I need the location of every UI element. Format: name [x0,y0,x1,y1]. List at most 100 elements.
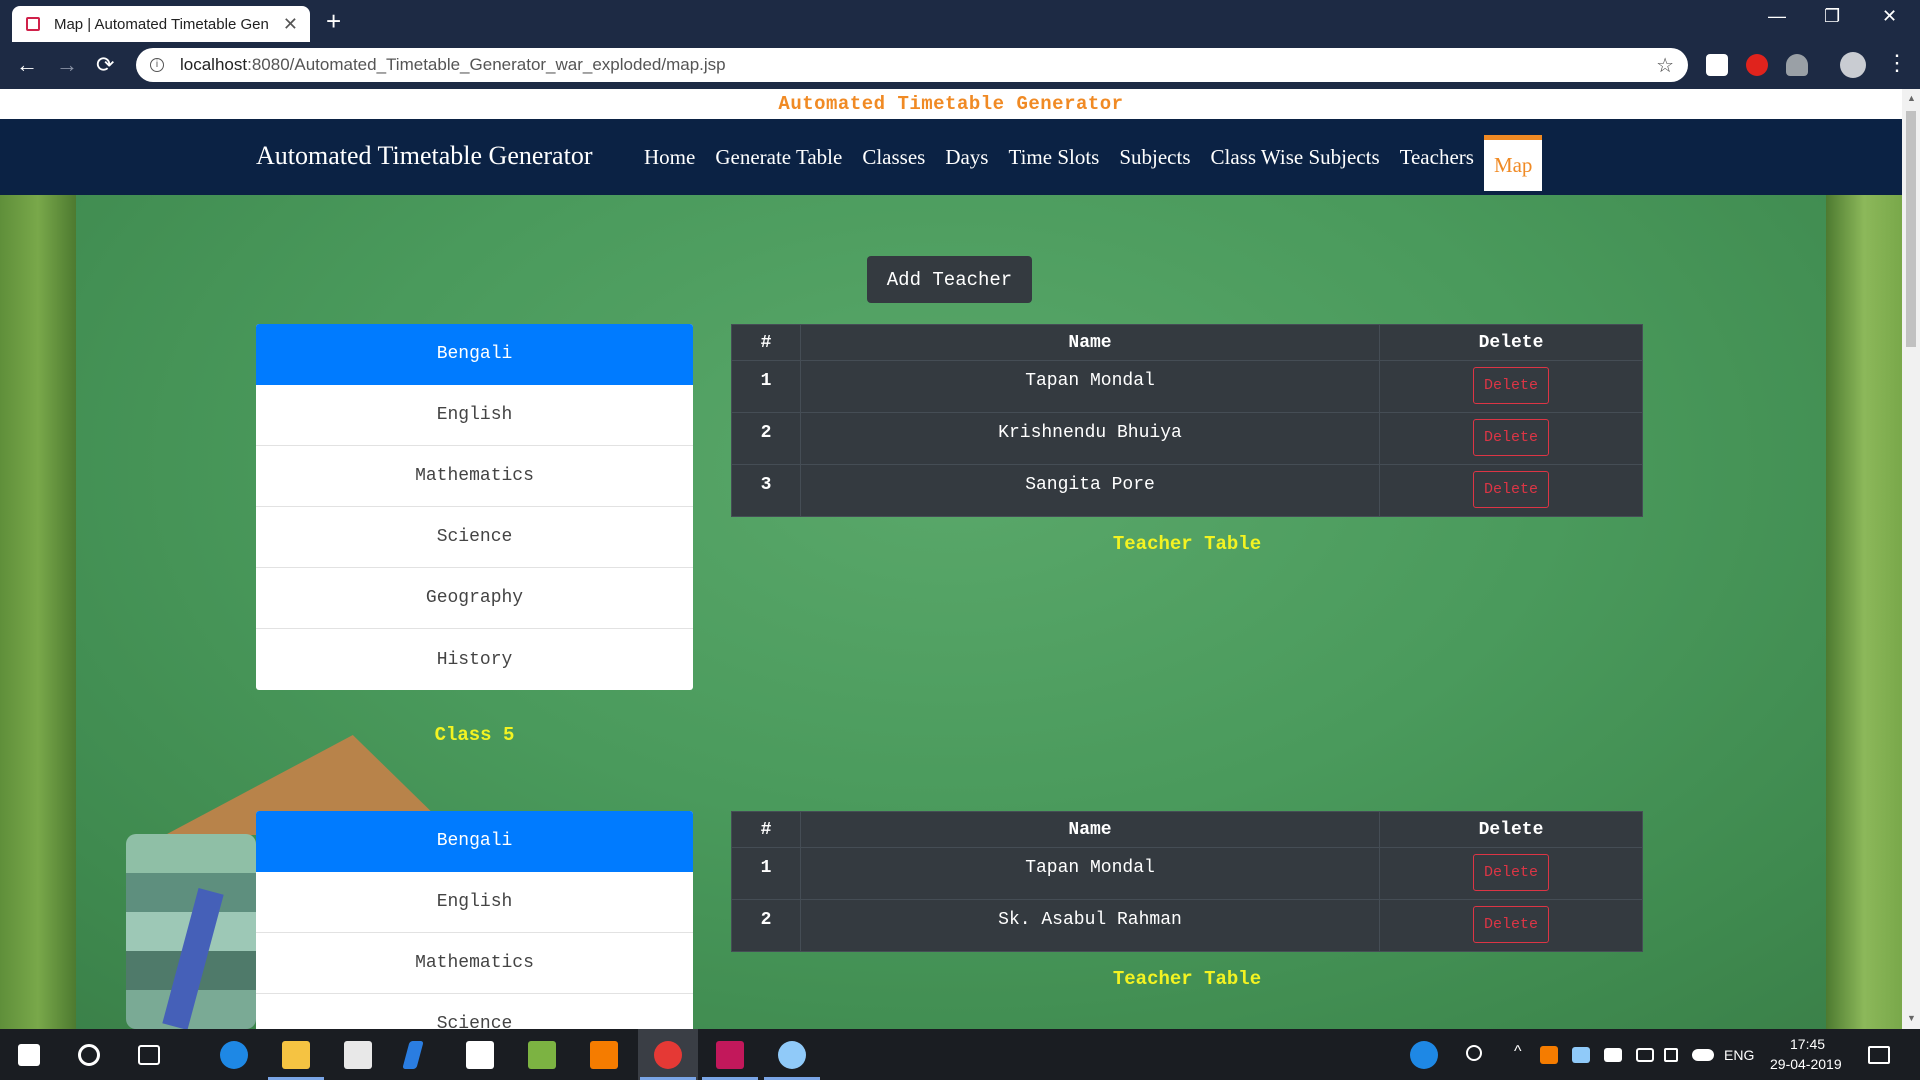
tray-expand-icon[interactable]: ^ [1514,1043,1522,1061]
intellij-idea-icon[interactable] [716,1041,744,1069]
extension-stop-icon[interactable] [1746,54,1768,76]
restore-button[interactable]: ❐ [1824,6,1840,27]
tray-app-icon[interactable] [1540,1046,1558,1064]
network-icon[interactable] [1636,1048,1654,1062]
address-bar[interactable]: i localhost:8080/Automated_Timetable_Gen… [136,48,1688,82]
browser-menu-icon[interactable]: ⋮ [1886,50,1908,76]
site-info-icon[interactable]: i [150,58,164,72]
tab-close-icon[interactable]: ✕ [283,14,298,35]
subject-item-science[interactable]: Science [256,994,693,1029]
visual-studio-icon[interactable] [402,1041,424,1069]
chalkboard-frame-left [0,195,76,1029]
store-icon[interactable] [344,1041,372,1069]
nav-class-wise-subjects[interactable]: Class Wise Subjects [1201,145,1390,170]
top-banner: Automated Timetable Generator [0,89,1902,119]
delete-button[interactable]: Delete [1472,471,1549,508]
row-number: 2 [731,412,801,465]
subject-list: Bengali English Mathematics Science [256,811,693,1029]
tab-title: Map | Automated Timetable Gen [53,15,269,33]
forward-icon[interactable]: → [56,52,78,78]
nav-generate-table[interactable]: Generate Table [705,145,852,170]
extension-flag-icon[interactable] [1706,54,1728,76]
column-header-delete: Delete [1379,811,1643,848]
clock-date[interactable]: 29-04-2019 [1770,1056,1842,1072]
edge-browser-icon[interactable] [220,1041,248,1069]
notepad-plus-icon[interactable] [528,1041,556,1069]
table-row: 3 Sangita Pore Delete [731,464,1643,517]
subject-item-mathematics[interactable]: Mathematics [256,933,693,994]
people-icon[interactable] [1466,1045,1482,1061]
delete-button[interactable]: Delete [1472,419,1549,456]
add-teacher-button[interactable]: Add Teacher [867,256,1032,303]
column-header-delete: Delete [1379,324,1643,361]
profile-avatar[interactable] [1840,52,1866,78]
subject-item-science[interactable]: Science [256,507,693,568]
subject-item-english[interactable]: English [256,872,693,933]
nav-map[interactable]: Map [1483,135,1543,191]
subject-item-geography[interactable]: Geography [256,568,693,629]
paint-icon[interactable] [778,1041,806,1069]
nav-home[interactable]: Home [634,145,705,170]
browser-tab-active[interactable]: Map | Automated Timetable Gen ✕ [12,6,310,42]
notifications-icon[interactable] [1868,1046,1890,1064]
calendar-favicon-icon [26,17,40,31]
back-icon[interactable]: ← [16,52,38,78]
battery-icon[interactable] [1604,1048,1622,1062]
delete-cell: Delete [1379,899,1643,952]
column-header-name: Name [800,324,1380,361]
top-banner-title: Automated Timetable Generator [778,93,1124,115]
teacher-name: Sangita Pore [800,464,1380,517]
scroll-up-icon[interactable]: ▲ [1907,93,1916,103]
language-indicator[interactable]: ENG [1724,1047,1754,1063]
bookmark-star-icon[interactable]: ☆ [1656,53,1674,78]
chrome-icon[interactable] [654,1041,682,1069]
mail-icon[interactable] [466,1041,494,1069]
nav-classes[interactable]: Classes [852,145,935,170]
nav-time-slots[interactable]: Time Slots [998,145,1109,170]
volume-icon[interactable] [1664,1048,1678,1062]
url-host: localhost [180,55,248,74]
extension-drive-icon[interactable] [1786,54,1808,76]
subject-item-history[interactable]: History [256,629,693,690]
delete-button[interactable]: Delete [1472,854,1549,891]
scrollbar-thumb[interactable] [1906,111,1916,347]
sublime-text-icon[interactable] [590,1041,618,1069]
url-path: :8080/Automated_Timetable_Generator_war_… [247,55,726,74]
subject-item-bengali[interactable]: Bengali [256,324,693,385]
minimize-button[interactable]: — [1768,6,1786,27]
navbar-brand[interactable]: Automated Timetable Generator [256,141,592,171]
teacher-name: Tapan Mondal [800,360,1380,413]
subject-item-mathematics[interactable]: Mathematics [256,446,693,507]
help-icon[interactable] [1410,1041,1438,1069]
onedrive-icon[interactable] [1692,1049,1714,1061]
row-number: 1 [731,360,801,413]
subject-item-bengali[interactable]: Bengali [256,811,693,872]
page-scrollbar[interactable]: ▲ ▼ [1902,89,1920,1029]
chalkboard-frame-right [1826,195,1902,1029]
windows-taskbar: ^ ENG 17:45 29-04-2019 [0,1029,1920,1080]
close-window-button[interactable]: ✕ [1882,6,1897,27]
table-header-row: # Name Delete [731,324,1643,361]
windows-start-icon[interactable] [18,1044,40,1066]
table-row: 2 Sk. Asabul Rahman Delete [731,899,1643,952]
column-header-name: Name [800,811,1380,848]
scroll-down-icon[interactable]: ▼ [1907,1013,1916,1023]
nav-subjects[interactable]: Subjects [1109,145,1200,170]
teacher-name: Sk. Asabul Rahman [800,899,1380,952]
class-label: Class 5 [434,724,515,746]
address-url: localhost:8080/Automated_Timetable_Gener… [180,55,726,75]
new-tab-button[interactable]: + [326,6,341,37]
reload-icon[interactable]: ⟳ [96,52,114,78]
delete-button[interactable]: Delete [1472,906,1549,943]
nav-days[interactable]: Days [935,145,998,170]
delete-cell: Delete [1379,847,1643,900]
delete-button[interactable]: Delete [1472,367,1549,404]
task-view-icon[interactable] [138,1045,160,1065]
row-number: 3 [731,464,801,517]
file-explorer-icon[interactable] [282,1041,310,1069]
dropbox-icon[interactable] [1572,1047,1590,1063]
clock-time[interactable]: 17:45 [1790,1036,1825,1052]
search-icon[interactable] [78,1044,100,1066]
nav-teachers[interactable]: Teachers [1390,145,1484,170]
subject-item-english[interactable]: English [256,385,693,446]
